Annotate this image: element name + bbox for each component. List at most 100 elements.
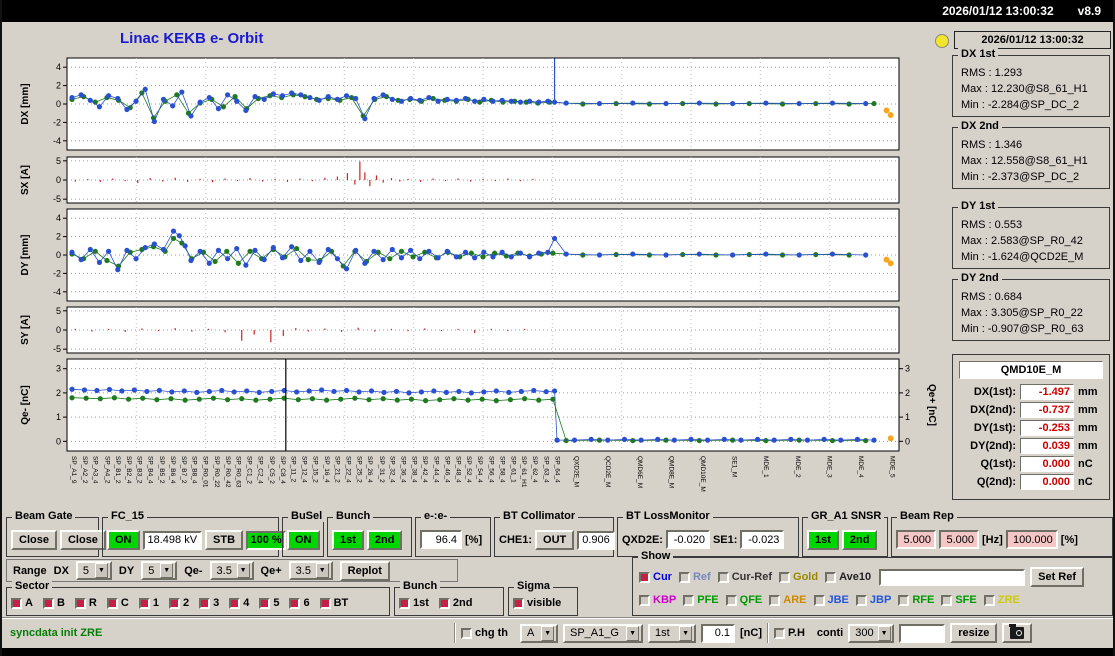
- checkbox[interactable]: [11, 597, 22, 609]
- show-row1-checks: Cur Ref Cur-Ref Gold Ave10: [639, 571, 878, 583]
- svg-text:SP_A3_4: SP_A3_4: [92, 456, 99, 484]
- checkbox-item-a[interactable]: A: [11, 597, 33, 609]
- checkbox-item-4[interactable]: 4: [229, 597, 249, 609]
- checkbox-item-sfe[interactable]: SFE: [941, 594, 977, 606]
- blank-input[interactable]: [899, 623, 946, 643]
- checkbox-item-bt[interactable]: BT: [319, 597, 348, 609]
- checkbox[interactable]: [42, 597, 54, 609]
- checkbox[interactable]: [259, 597, 271, 609]
- fc15-on-button[interactable]: ON: [107, 530, 140, 550]
- ref-file-input[interactable]: [879, 568, 1026, 586]
- checkbox[interactable]: [639, 594, 650, 606]
- checkbox[interactable]: [319, 597, 331, 609]
- checkbox-item-2nd[interactable]: 2nd: [438, 597, 472, 609]
- range-qep-select[interactable]: 3.5 ▼: [288, 561, 333, 580]
- beam-gate-close-button-1[interactable]: Close: [11, 530, 57, 550]
- stats-max: Max : 12.558@S8_61_H1: [961, 155, 1088, 167]
- checkbox-item-rfe[interactable]: RFE: [898, 594, 934, 606]
- checkbox[interactable]: [168, 597, 180, 609]
- gr-a1-2nd-button[interactable]: 2nd: [841, 530, 878, 550]
- checkbox-item-jbp[interactable]: JBP: [855, 594, 891, 606]
- checkbox-item-qfe[interactable]: QFE: [725, 594, 762, 606]
- busel-on-button[interactable]: ON: [287, 530, 320, 550]
- checkbox[interactable]: [199, 597, 211, 609]
- checkbox-item-1[interactable]: 1: [138, 597, 159, 609]
- checkbox[interactable]: [725, 594, 737, 606]
- beam-gate-close-button-2[interactable]: Close: [59, 530, 106, 550]
- checkbox-item-5[interactable]: 5: [259, 597, 279, 609]
- checkbox[interactable]: [229, 597, 241, 609]
- checkbox[interactable]: [717, 571, 729, 583]
- range-qem-select[interactable]: 3.5 ▼: [209, 561, 254, 580]
- ph-checkbox[interactable]: P.H: [774, 627, 805, 639]
- checkbox-item-zre[interactable]: ZRE: [983, 594, 1020, 606]
- checkbox[interactable]: [138, 597, 150, 609]
- checkbox-item-cur[interactable]: Cur: [639, 571, 672, 583]
- checkbox[interactable]: [983, 594, 995, 606]
- checkbox-item-ref[interactable]: Ref: [678, 571, 711, 583]
- checkbox[interactable]: [399, 597, 410, 609]
- checkbox[interactable]: [461, 627, 472, 639]
- checkbox-item-r[interactable]: R: [74, 597, 97, 609]
- checkbox[interactable]: [779, 571, 791, 583]
- che1-out-button[interactable]: OUT: [535, 530, 575, 550]
- checkbox[interactable]: [769, 594, 781, 606]
- checkbox-item-visible[interactable]: visible: [513, 597, 561, 609]
- stats-dx-1st-title: DX 1st: [958, 48, 999, 60]
- checkbox-item-2[interactable]: 2: [168, 597, 189, 609]
- svg-text:DX [mm]: DX [mm]: [20, 83, 31, 124]
- bunch-1st-button[interactable]: 1st: [332, 530, 364, 550]
- checkbox-item-6[interactable]: 6: [289, 597, 310, 609]
- checkbox-label: 1st: [413, 597, 429, 609]
- checkbox[interactable]: [438, 597, 450, 609]
- checkbox[interactable]: [639, 571, 650, 583]
- checkbox-item-1st[interactable]: 1st: [399, 597, 429, 609]
- checkbox[interactable]: [106, 597, 118, 609]
- range-dx-select[interactable]: 5 ▼: [75, 561, 112, 580]
- svg-text:SP_R0_63: SP_R0_63: [235, 456, 242, 488]
- checkbox-item-are[interactable]: ARE: [769, 594, 807, 606]
- checkbox[interactable]: [774, 627, 785, 639]
- checkbox[interactable]: [74, 597, 86, 609]
- checkbox-item-3[interactable]: 3: [199, 597, 219, 609]
- checkbox-item-kbp[interactable]: KBP: [639, 594, 676, 606]
- checkbox[interactable]: [513, 597, 524, 609]
- checkbox-item-b[interactable]: B: [42, 597, 65, 609]
- chg-th-checkbox[interactable]: chg th: [461, 627, 508, 639]
- checkbox[interactable]: [855, 594, 867, 606]
- checkbox[interactable]: [825, 571, 837, 583]
- bunch-2nd-button[interactable]: 2nd: [366, 530, 403, 550]
- checkbox[interactable]: [813, 594, 825, 606]
- svg-text:-4: -4: [53, 136, 61, 146]
- bunch-select[interactable]: 1st ▼: [648, 623, 696, 643]
- checkbox[interactable]: [678, 571, 690, 583]
- range-qep-value: 3.5: [295, 564, 311, 577]
- svg-text:SP_B4_4: SP_B4_4: [147, 456, 154, 484]
- gr-a1-1st-button[interactable]: 1st: [807, 530, 839, 550]
- range-dy-select[interactable]: 5 ▼: [141, 561, 178, 580]
- resize-button[interactable]: resize: [950, 623, 998, 643]
- checkbox[interactable]: [941, 594, 953, 606]
- checkbox[interactable]: [683, 594, 695, 606]
- checkbox-item-pfe[interactable]: PFE: [683, 594, 719, 606]
- set-ref-button[interactable]: Set Ref: [1030, 567, 1085, 587]
- bpm-select[interactable]: SP_A1_G ▼: [563, 623, 643, 643]
- bunch-group: Bunch 1st 2nd: [327, 510, 412, 557]
- threshold-value[interactable]: 0.1: [701, 623, 735, 643]
- fc15-stb-button[interactable]: STB: [205, 530, 244, 550]
- checkbox-item-c[interactable]: C: [106, 597, 129, 609]
- count-select[interactable]: 300 ▼: [848, 623, 895, 643]
- che1-label: CHE1:: [499, 534, 533, 546]
- checkbox[interactable]: [898, 594, 910, 606]
- checkbox-item-ave10[interactable]: Ave10: [825, 571, 871, 583]
- checkbox-item-jbe[interactable]: JBE: [813, 594, 849, 606]
- screenshot-button[interactable]: [1002, 623, 1033, 643]
- chart-dy: 4 2 0 -2 -4 DY [mm]: [20, 208, 900, 302]
- svg-text:2: 2: [905, 388, 910, 398]
- chevron-down-icon: ▼: [160, 563, 174, 578]
- checkbox-item-cur-ref[interactable]: Cur-Ref: [717, 571, 772, 583]
- replot-button[interactable]: Replot: [339, 560, 390, 581]
- checkbox-item-gold[interactable]: Gold: [779, 571, 818, 583]
- checkbox[interactable]: [289, 597, 301, 609]
- sector-select[interactable]: A ▼: [520, 623, 558, 643]
